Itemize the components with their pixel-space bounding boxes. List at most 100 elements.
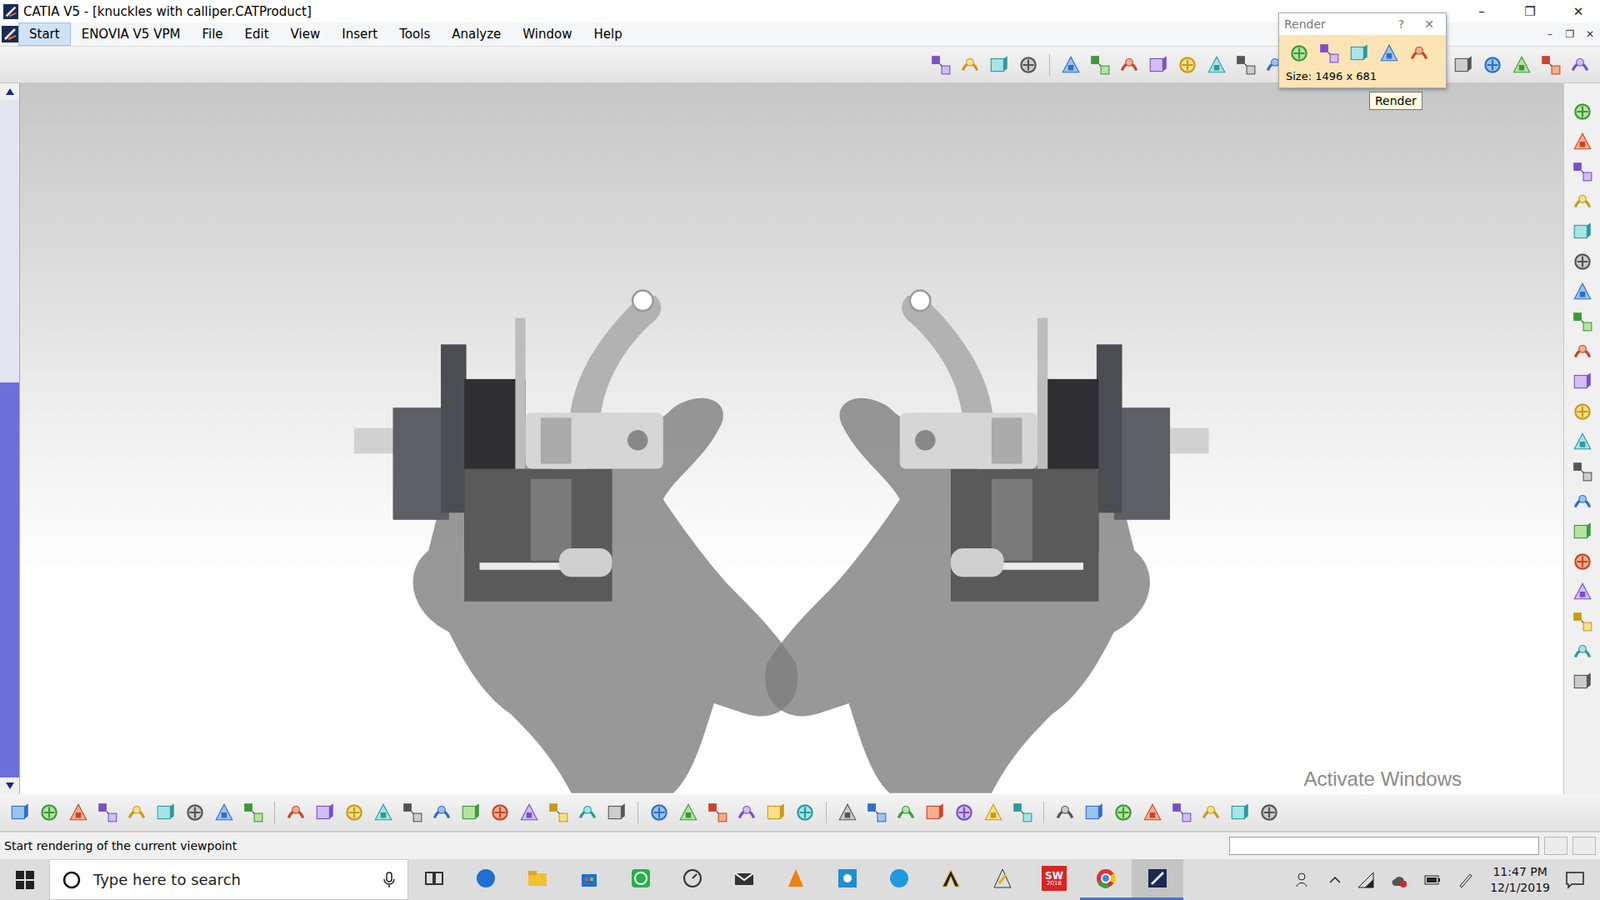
tool-icon[interactable] bbox=[1571, 280, 1594, 303]
tool-icon[interactable] bbox=[125, 801, 148, 824]
tool-icon[interactable] bbox=[1235, 54, 1257, 76]
tool-button[interactable] bbox=[1479, 51, 1506, 79]
start-button[interactable] bbox=[0, 859, 50, 900]
clock[interactable]: 11:47 PM12/1/2019 bbox=[1490, 864, 1550, 895]
tool-button[interactable] bbox=[1450, 51, 1477, 79]
command-field[interactable] bbox=[1229, 836, 1540, 855]
tool-button[interactable] bbox=[515, 799, 543, 826]
tool-button[interactable] bbox=[1203, 51, 1230, 79]
tool-button[interactable] bbox=[921, 799, 949, 826]
chevron-up-icon[interactable] bbox=[1328, 873, 1342, 887]
tool-button[interactable] bbox=[985, 51, 1013, 79]
tool-button[interactable] bbox=[704, 799, 731, 826]
scroll-down-icon[interactable] bbox=[0, 777, 20, 795]
document-control[interactable]: ❐ bbox=[1560, 28, 1580, 40]
status-button[interactable] bbox=[1544, 836, 1568, 855]
status-button[interactable] bbox=[1572, 836, 1596, 855]
notifications-icon[interactable] bbox=[1565, 870, 1585, 890]
tool-icon[interactable] bbox=[1258, 801, 1280, 824]
tool-icon[interactable] bbox=[706, 801, 729, 824]
menu-item[interactable]: Help bbox=[582, 22, 633, 46]
tool-icon[interactable] bbox=[1054, 801, 1076, 824]
tool-button[interactable] bbox=[1537, 51, 1565, 79]
tool-button[interactable] bbox=[1569, 368, 1596, 395]
document-control[interactable]: ✕ bbox=[1580, 28, 1600, 40]
tool-icon[interactable] bbox=[1571, 160, 1594, 183]
tool-button[interactable] bbox=[1569, 668, 1596, 695]
tool-icon[interactable] bbox=[1571, 310, 1594, 333]
tool-button[interactable] bbox=[94, 799, 121, 826]
tool-icon[interactable] bbox=[343, 801, 365, 824]
tool-icon[interactable] bbox=[895, 801, 917, 824]
tool-button[interactable] bbox=[457, 799, 485, 826]
tool-icon[interactable] bbox=[1017, 54, 1040, 76]
tool-button[interactable] bbox=[1168, 799, 1195, 826]
document-control[interactable]: – bbox=[1540, 28, 1560, 40]
tool-button[interactable] bbox=[1508, 51, 1535, 79]
tool-button[interactable] bbox=[1569, 428, 1596, 455]
tool-icon[interactable] bbox=[865, 801, 888, 824]
scroll-up-icon[interactable] bbox=[0, 83, 20, 100]
tool-icon[interactable] bbox=[184, 801, 206, 824]
tool-button[interactable] bbox=[1285, 40, 1313, 67]
tool-button[interactable] bbox=[1174, 51, 1201, 79]
tool-button[interactable] bbox=[1405, 40, 1433, 67]
window-control[interactable]: ❐ bbox=[1508, 0, 1552, 23]
tool-icon[interactable] bbox=[677, 801, 700, 824]
tool-button[interactable] bbox=[733, 799, 760, 826]
tool-icon[interactable] bbox=[1481, 54, 1504, 76]
onedrive-icon[interactable] bbox=[1390, 870, 1409, 890]
tool-button[interactable] bbox=[35, 799, 63, 826]
tool-icon[interactable] bbox=[460, 801, 482, 824]
tool-button[interactable] bbox=[1569, 398, 1596, 425]
tool-button[interactable] bbox=[311, 799, 339, 826]
taskbar-app[interactable] bbox=[1080, 859, 1132, 900]
menu-item[interactable]: Insert bbox=[330, 22, 389, 46]
tool-icon[interactable] bbox=[982, 801, 1005, 824]
tool-icon[interactable] bbox=[1348, 42, 1370, 65]
tool-icon[interactable] bbox=[401, 801, 424, 824]
3d-viewport[interactable]: Activate Windows bbox=[20, 83, 1564, 795]
taskbar-app[interactable] bbox=[718, 859, 770, 900]
tool-icon[interactable] bbox=[1571, 220, 1594, 243]
tool-icon[interactable] bbox=[953, 801, 975, 824]
tool-button[interactable] bbox=[834, 799, 861, 826]
tool-button[interactable] bbox=[545, 799, 572, 826]
taskbar-app[interactable] bbox=[563, 859, 615, 900]
tool-icon[interactable] bbox=[988, 54, 1010, 76]
tool-button[interactable] bbox=[863, 799, 890, 826]
tool-button[interactable] bbox=[1569, 128, 1596, 155]
tool-button[interactable] bbox=[1569, 218, 1596, 245]
tool-button[interactable] bbox=[1232, 51, 1260, 79]
tool-button[interactable] bbox=[1569, 188, 1596, 215]
tool-button[interactable] bbox=[1057, 51, 1085, 79]
tool-icon[interactable] bbox=[9, 801, 31, 824]
menu-item[interactable]: File bbox=[190, 22, 234, 46]
tool-button[interactable] bbox=[282, 799, 310, 826]
tool-icon[interactable] bbox=[794, 801, 816, 824]
tool-button[interactable] bbox=[1569, 518, 1596, 545]
tool-button[interactable] bbox=[428, 799, 455, 826]
tool-icon[interactable] bbox=[1176, 54, 1199, 76]
tool-button[interactable] bbox=[1569, 248, 1596, 275]
tool-button[interactable] bbox=[486, 799, 514, 826]
tool-button[interactable] bbox=[956, 51, 984, 79]
window-control[interactable]: ✕ bbox=[1556, 0, 1600, 23]
tool-icon[interactable] bbox=[1571, 610, 1594, 633]
tool-button[interactable] bbox=[123, 799, 150, 826]
tool-icon[interactable] bbox=[959, 54, 981, 76]
scroll-thumb[interactable] bbox=[0, 382, 20, 778]
microphone-icon[interactable] bbox=[382, 870, 396, 890]
tool-icon[interactable] bbox=[1571, 490, 1594, 513]
tool-icon[interactable] bbox=[96, 801, 119, 824]
tool-button[interactable] bbox=[1145, 51, 1172, 79]
tool-button[interactable] bbox=[1566, 51, 1594, 79]
tool-button[interactable] bbox=[1115, 51, 1143, 79]
tool-icon[interactable] bbox=[285, 801, 307, 824]
tool-icon[interactable] bbox=[1571, 100, 1594, 123]
tool-button[interactable] bbox=[1569, 278, 1596, 305]
people-icon[interactable] bbox=[1295, 870, 1314, 890]
tool-icon[interactable] bbox=[67, 801, 90, 824]
tool-icon[interactable] bbox=[1571, 430, 1594, 453]
taskbar-app[interactable] bbox=[976, 859, 1029, 900]
